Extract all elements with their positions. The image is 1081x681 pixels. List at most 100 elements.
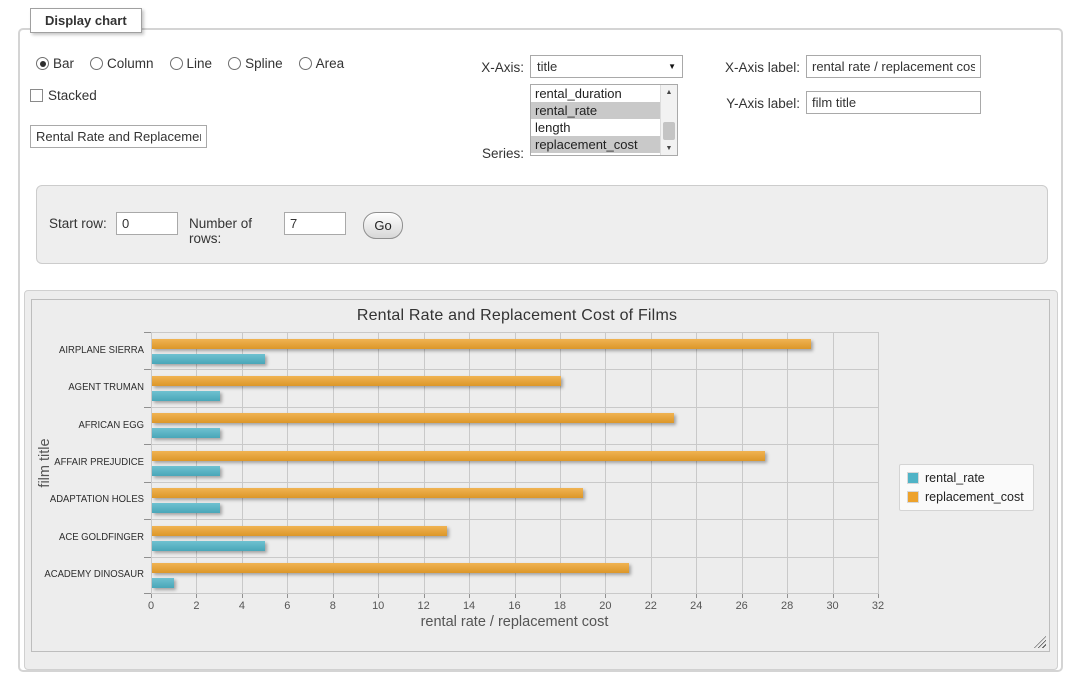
chart-wrapper-panel: Rental Rate and Replacement Cost of Film… <box>24 290 1058 670</box>
series-option-rental-duration[interactable]: rental_duration <box>531 85 661 102</box>
gridline-horizontal <box>151 557 878 558</box>
gridline-horizontal <box>151 407 878 408</box>
x-tick-mark <box>196 594 197 598</box>
listbox-scrollbar[interactable]: ▲ ▼ <box>660 85 677 155</box>
bar-replacement_cost[interactable] <box>152 563 629 573</box>
y-tick-mark <box>144 593 151 594</box>
series-option-length[interactable]: length <box>531 119 661 136</box>
bar-replacement_cost[interactable] <box>152 526 447 536</box>
gridline-vertical <box>742 332 743 594</box>
x-tick-label: 10 <box>364 600 392 612</box>
gridline-vertical <box>605 332 606 594</box>
scrollbar-thumb[interactable] <box>663 122 675 140</box>
x-tick-label: 24 <box>682 600 710 612</box>
category-label: AFRICAN EGG <box>40 420 145 431</box>
x-tick-mark <box>651 594 652 598</box>
radio-icon[interactable] <box>170 57 183 70</box>
bar-rental_rate[interactable] <box>152 578 174 588</box>
x-tick-label: 26 <box>728 600 756 612</box>
go-button[interactable]: Go <box>363 212 403 239</box>
radio-icon[interactable] <box>299 57 312 70</box>
bar-rental_rate[interactable] <box>152 503 220 513</box>
gridline-vertical <box>242 332 243 594</box>
chart-type-spline[interactable]: Spline <box>228 56 283 71</box>
x-tick-label: 22 <box>637 600 665 612</box>
chart-title-input[interactable] <box>30 125 207 148</box>
radio-icon[interactable] <box>36 57 49 70</box>
bar-rental_rate[interactable] <box>152 354 265 364</box>
x-tick-label: 28 <box>773 600 801 612</box>
stacked-row: Stacked <box>30 88 97 103</box>
x-tick-label: 6 <box>273 600 301 612</box>
bar-rental_rate[interactable] <box>152 466 220 476</box>
bar-rental_rate[interactable] <box>152 428 220 438</box>
yaxis-label-field-label: Y-Axis label: <box>690 96 800 111</box>
chart-type-label: Spline <box>245 56 283 71</box>
radio-icon[interactable] <box>90 57 103 70</box>
y-tick-mark <box>144 369 151 370</box>
x-tick-label: 0 <box>137 600 165 612</box>
gridline-vertical <box>378 332 379 594</box>
scroll-down-icon[interactable]: ▼ <box>661 141 677 155</box>
y-tick-mark <box>144 557 151 558</box>
gridline-vertical <box>287 332 288 594</box>
gridline-vertical <box>878 332 879 594</box>
legend-swatch <box>907 491 919 503</box>
chart-type-label: Area <box>316 56 345 71</box>
scroll-up-icon[interactable]: ▲ <box>661 85 677 99</box>
chart-type-column[interactable]: Column <box>90 56 154 71</box>
gridline-vertical <box>787 332 788 594</box>
fieldset-title: Display chart <box>30 8 142 33</box>
series-listbox[interactable]: rental_duration rental_rate length repla… <box>530 84 678 156</box>
chevron-down-icon: ▼ <box>668 63 676 71</box>
gridline-horizontal <box>151 444 878 445</box>
xaxis-select[interactable]: title ▼ <box>530 55 683 78</box>
gridline-vertical <box>696 332 697 594</box>
x-tick-mark <box>560 594 561 598</box>
bar-rental_rate[interactable] <box>152 541 265 551</box>
gridline-horizontal <box>151 332 878 333</box>
y-tick-mark <box>144 407 151 408</box>
yaxis-label-input[interactable] <box>806 91 981 114</box>
resize-handle-icon[interactable] <box>1034 636 1046 648</box>
chart-type-label: Column <box>107 56 154 71</box>
legend-swatch <box>907 472 919 484</box>
legend-item[interactable]: rental_rate <box>907 471 1024 485</box>
category-label: AIRPLANE SIERRA <box>40 345 145 356</box>
legend-label: rental_rate <box>925 471 985 485</box>
num-rows-input[interactable] <box>284 212 346 235</box>
x-tick-mark <box>242 594 243 598</box>
bar-replacement_cost[interactable] <box>152 339 811 349</box>
series-field-label: Series: <box>420 146 524 161</box>
bar-replacement_cost[interactable] <box>152 413 674 423</box>
plot-area <box>151 332 878 594</box>
gridline-vertical <box>196 332 197 594</box>
bar-rental_rate[interactable] <box>152 391 220 401</box>
bar-replacement_cost[interactable] <box>152 376 561 386</box>
legend-item[interactable]: replacement_cost <box>907 490 1024 504</box>
start-row-input[interactable] <box>116 212 178 235</box>
chart-title: Rental Rate and Replacement Cost of Film… <box>32 307 1002 325</box>
x-tick-mark <box>833 594 834 598</box>
x-tick-label: 20 <box>591 600 619 612</box>
row-controls-panel: Start row: Number of rows: Go <box>36 185 1048 264</box>
x-tick-label: 32 <box>864 600 892 612</box>
x-tick-mark <box>515 594 516 598</box>
x-axis-title: rental rate / replacement cost <box>151 614 878 630</box>
series-option-rental-rate[interactable]: rental_rate <box>531 102 661 119</box>
bar-replacement_cost[interactable] <box>152 488 583 498</box>
category-label: AGENT TRUMAN <box>40 382 145 393</box>
chart-type-area[interactable]: Area <box>299 56 345 71</box>
category-label: ACADEMY DINOSAUR <box>40 569 145 580</box>
radio-icon[interactable] <box>228 57 241 70</box>
series-option-replacement-cost[interactable]: replacement_cost <box>531 136 661 153</box>
y-tick-mark <box>144 519 151 520</box>
stacked-checkbox[interactable] <box>30 89 43 102</box>
chart-type-bar[interactable]: Bar <box>36 56 74 71</box>
bar-replacement_cost[interactable] <box>152 451 765 461</box>
xaxis-label-input[interactable] <box>806 55 981 78</box>
x-tick-mark <box>787 594 788 598</box>
x-tick-mark <box>696 594 697 598</box>
chart-type-line[interactable]: Line <box>170 56 213 71</box>
x-tick-mark <box>424 594 425 598</box>
